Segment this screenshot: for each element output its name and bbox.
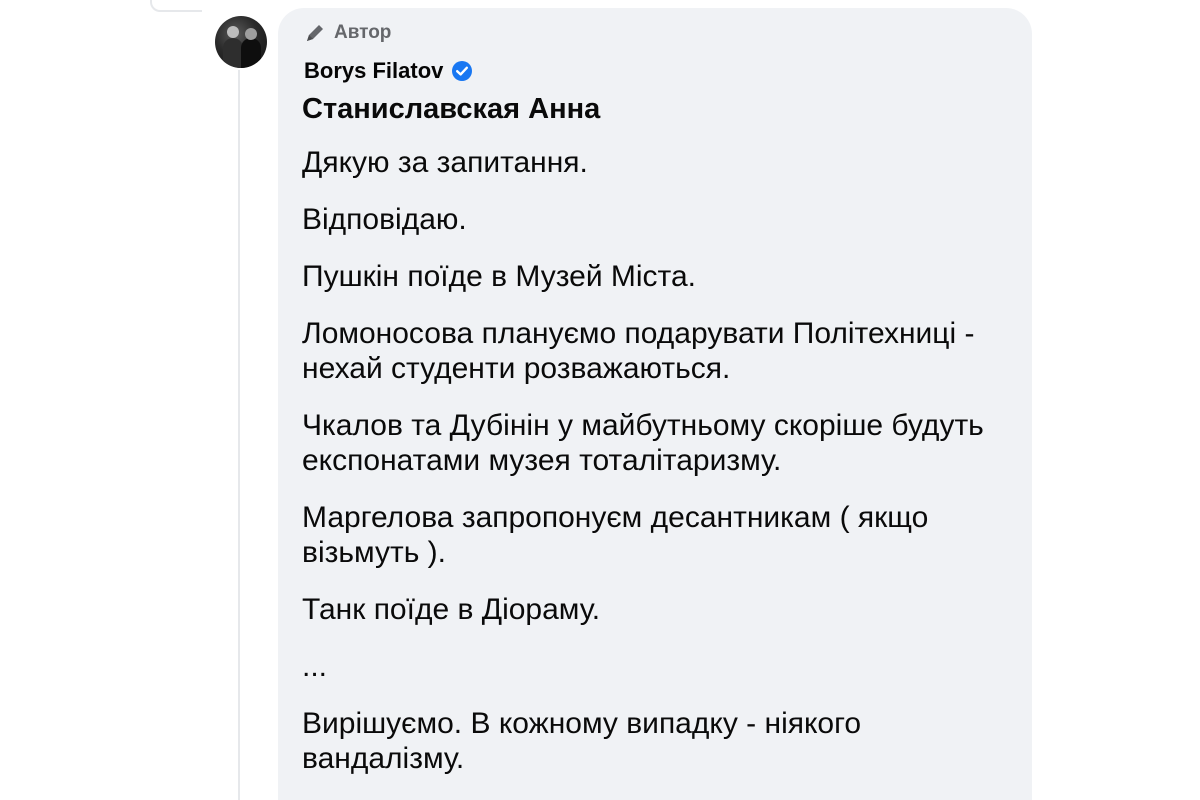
pencil-icon [304, 22, 326, 44]
verified-badge-icon [451, 60, 473, 82]
avatar[interactable] [215, 16, 267, 68]
comment-paragraph: Відповідаю. [302, 203, 467, 236]
avatar-head [245, 28, 257, 40]
comment-paragraph: Чкалов та Дубінін у майбутньому скоріше … [302, 409, 984, 477]
comment-paragraph: Вирішуємо. В кожному випадку - ніякого в… [302, 707, 862, 775]
comment-paragraph: ... [302, 650, 328, 683]
avatar-head [227, 26, 239, 38]
avatar-figure [223, 38, 243, 68]
author-badge-label: Автор [334, 22, 392, 43]
avatar-figure [241, 38, 261, 68]
thread-connector [150, 0, 202, 12]
mention-link[interactable]: Станиславская Анна [302, 92, 1022, 127]
comment-paragraph: Маргелова запропонуєм десантникам ( якщо… [302, 501, 929, 569]
comment-paragraph: Пушкін поїде в Музей Міста. [302, 260, 696, 293]
thread-line [238, 70, 240, 800]
comment-paragraph: Дякую за запитання. [302, 146, 588, 179]
author-row: Borys Filatov [304, 58, 473, 84]
comment-paragraph: Ломоносова плануємо подарувати Політехни… [302, 317, 975, 385]
author-name[interactable]: Borys Filatov [304, 58, 443, 84]
comment-text: Станиславская Анна Дякую за запитання. В… [302, 92, 1022, 798]
author-badge: Автор [304, 22, 391, 44]
comment-paragraph: Танк поїде в Діораму. [302, 593, 601, 626]
